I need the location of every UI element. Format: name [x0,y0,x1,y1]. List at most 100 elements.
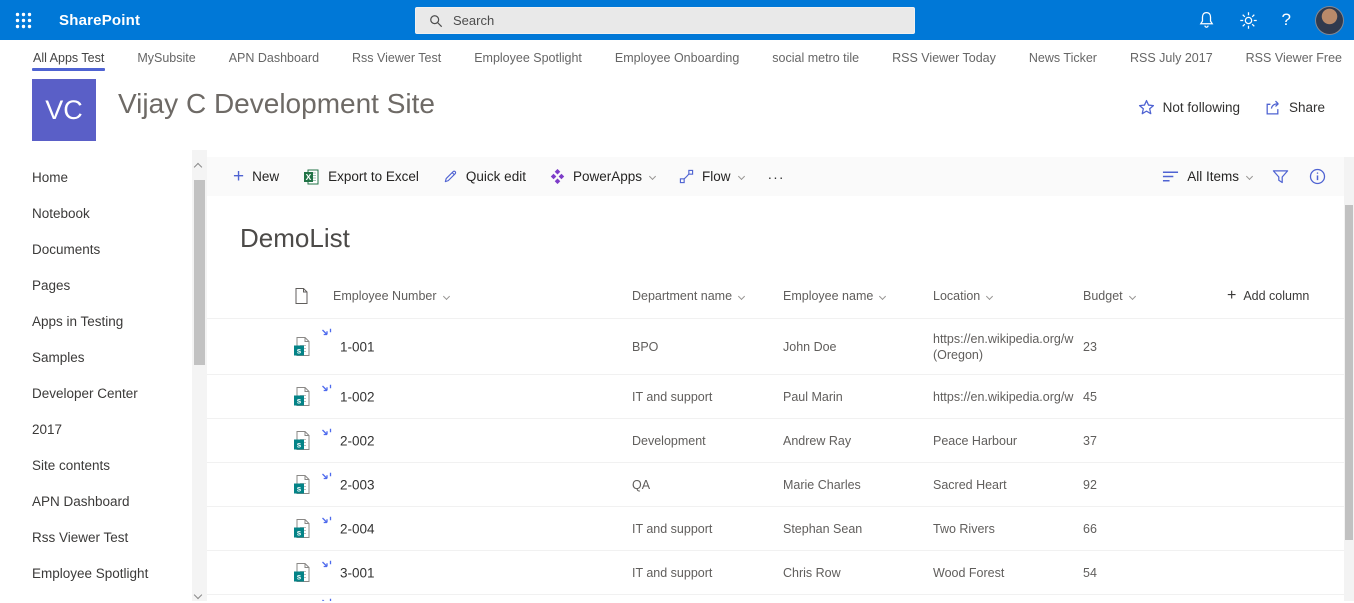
plus-icon: + [233,170,244,184]
chevron-down-icon [1246,173,1253,180]
follow-button[interactable]: Not following [1138,99,1240,116]
cell-employee: John Doe [783,340,837,354]
nav-item-news-ticker[interactable]: News Ticker [1028,46,1098,70]
info-icon[interactable] [1309,168,1326,185]
gear-icon[interactable] [1239,11,1258,30]
search-box[interactable] [415,7,915,34]
sidebar-item-site-contents[interactable]: Site contents [0,447,192,483]
cell-location: https://en.wikipedia.org/w [933,389,1103,405]
cell-location: https://en.wikipedia.org/w (Oregon) [933,331,1103,363]
table-row[interactable]: s 1-002 IT and support Paul Marin https:… [207,374,1344,418]
cell-employee-number[interactable]: 2-002 [340,433,375,448]
user-avatar[interactable] [1315,6,1344,35]
table-row[interactable]: s 2-002 Development Andrew Ray Peace Har… [207,418,1344,462]
table-row-partial[interactable] [207,594,1344,601]
sidebar-item-notebook[interactable]: Notebook [0,195,192,231]
nav-item-employee-onboarding[interactable]: Employee Onboarding [614,46,740,70]
powerapps-icon [550,169,565,184]
nav-item-all-apps-test[interactable]: All Apps Test [32,46,105,70]
chevron-down-icon [1129,292,1136,299]
chevron-down-icon [738,292,745,299]
new-item-sparkle-icon [321,384,333,396]
sidebar-item-employee-spotlight[interactable]: Employee Spotlight [0,555,192,591]
plus-icon: + [1227,289,1236,303]
powerapps-menu[interactable]: PowerApps [550,169,655,184]
nav-item-rss-viewer-test[interactable]: Rss Viewer Test [351,46,442,70]
quick-edit-button[interactable]: Quick edit [443,169,526,184]
nav-item-apn-dashboard[interactable]: APN Dashboard [228,46,320,70]
nav-item-employee-spotlight[interactable]: Employee Spotlight [473,46,583,70]
site-logo[interactable]: VC [32,79,96,141]
list-header-row: Employee Number Department name Employee… [207,278,1344,314]
column-label: Employee Number [333,289,437,303]
sidebar-item-home[interactable]: Home [0,159,192,195]
list-item-icon: s [293,336,312,357]
sidebar-item-pages[interactable]: Pages [0,267,192,303]
nav-item-rss-viewer-today[interactable]: RSS Viewer Today [891,46,997,70]
sidebar-item-rss-viewer-test[interactable]: Rss Viewer Test [0,519,192,555]
cell-employee-number[interactable]: 2-004 [340,521,375,536]
new-button[interactable]: + New [233,169,279,184]
sidebar-nav: Home Notebook Documents Pages Apps in Te… [0,150,192,601]
sidebar-item-documents[interactable]: Documents [0,231,192,267]
svg-text:s: s [297,484,302,493]
chevron-down-icon [986,292,993,299]
add-column-button[interactable]: + Add column [1227,289,1309,303]
sidebar-item-samples[interactable]: Samples [0,339,192,375]
sidebar-scrollbar[interactable] [192,150,207,601]
flow-menu[interactable]: Flow [679,169,744,184]
table-row[interactable]: s 3-001 IT and support Chris Row Wood Fo… [207,550,1344,594]
nav-item-rss-july-2017[interactable]: RSS July 2017 [1129,46,1214,70]
star-icon [1138,99,1155,116]
svg-text:s: s [297,396,302,405]
sidebar-item-2017[interactable]: 2017 [0,411,192,447]
table-row[interactable]: s 2-003 QA Marie Charles Sacred Heart 92 [207,462,1344,506]
sidebar-item-apn-dashboard[interactable]: APN Dashboard [0,483,192,519]
nav-item-social-metro-tile[interactable]: social metro tile [771,46,860,70]
cell-employee-number[interactable]: 2-003 [340,477,375,492]
table-row[interactable]: s 1-001 BPO John Doe https://en.wikipedi… [207,318,1344,374]
file-type-column-icon[interactable] [295,288,308,305]
column-header-department-name[interactable]: Department name [632,289,744,303]
new-label: New [252,169,279,184]
scroll-down-icon[interactable] [195,585,204,594]
list-item-icon: s [293,386,312,407]
content-scrollbar-thumb[interactable] [1345,205,1353,540]
column-header-location[interactable]: Location [933,289,992,303]
filter-icon[interactable] [1272,169,1289,185]
cell-employee-number[interactable]: 3-001 [340,565,375,580]
sidebar-item-apps-in-testing[interactable]: Apps in Testing [0,303,192,339]
list-item-icon: s [293,562,312,583]
column-header-budget[interactable]: Budget [1083,289,1135,303]
cell-employee-number[interactable]: 1-001 [340,339,375,354]
share-button[interactable]: Share [1264,99,1325,116]
view-list-icon [1162,170,1179,183]
new-item-sparkle-icon [321,560,333,572]
export-to-excel-button[interactable]: X Export to Excel [303,169,419,185]
cell-employee-number[interactable]: 1-002 [340,389,375,404]
cell-department: BPO [632,340,658,354]
list-item-icon: s [293,474,312,495]
toolbar-overflow-icon[interactable]: ··· [768,169,785,185]
view-selector[interactable]: All Items [1162,169,1252,184]
nav-item-mysubsite[interactable]: MySubsite [136,46,196,70]
suite-bar: SharePoint ? [0,0,1354,40]
column-header-employee-name[interactable]: Employee name [783,289,885,303]
sidebar-item-developer-center[interactable]: Developer Center [0,375,192,411]
site-header-actions: Not following Share [1138,99,1325,116]
nav-item-rss-viewer-free[interactable]: RSS Viewer Free [1245,46,1343,70]
help-icon[interactable]: ? [1282,10,1291,30]
bell-icon[interactable] [1198,11,1215,29]
command-bar-right: All Items [1162,168,1326,185]
column-label: Employee name [783,289,873,303]
column-header-employee-number[interactable]: Employee Number [333,289,449,303]
waffle-icon[interactable] [3,0,43,40]
cell-location: Sacred Heart [933,477,1103,493]
search-input[interactable] [453,13,914,28]
sidebar-scrollbar-thumb[interactable] [194,180,205,365]
list-content: DemoList Employee Number Department name… [207,196,1344,601]
content-scrollbar[interactable] [1344,157,1354,601]
scroll-up-icon[interactable] [195,157,204,166]
new-item-sparkle-icon [321,328,333,340]
table-row[interactable]: s 2-004 IT and support Stephan Sean Two … [207,506,1344,550]
